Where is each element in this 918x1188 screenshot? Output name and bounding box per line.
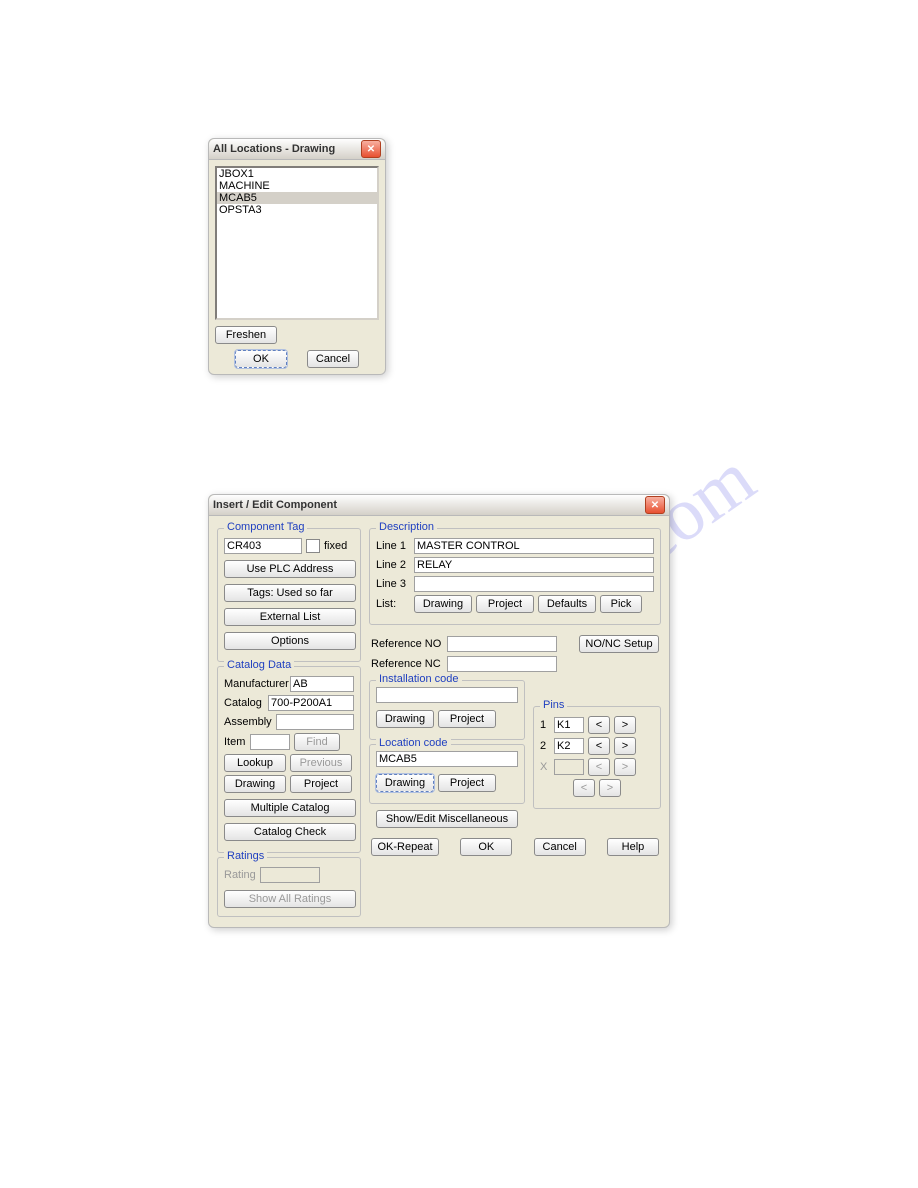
tags-used-button[interactable]: Tags: Used so far: [224, 584, 356, 602]
item-input[interactable]: [250, 734, 290, 750]
location-project-button[interactable]: Project: [438, 774, 496, 792]
group-legend: Description: [376, 521, 437, 533]
options-button[interactable]: Options: [224, 632, 356, 650]
pin-x-right-button: >: [614, 758, 636, 776]
ok-repeat-button[interactable]: OK-Repeat: [371, 838, 439, 856]
line1-label: Line 1: [376, 540, 410, 552]
rating-label: Rating: [224, 869, 256, 881]
list-label: List:: [376, 598, 410, 610]
item-label: Item: [224, 736, 246, 748]
help-button[interactable]: Help: [607, 838, 659, 856]
catalog-input[interactable]: [268, 695, 354, 711]
component-tag-group: Component Tag fixed Use PLC Address Tags…: [217, 528, 361, 662]
location-code-input[interactable]: [376, 751, 518, 767]
pin-x-label: X: [540, 761, 550, 773]
reference-no-input[interactable]: [447, 636, 557, 652]
pin-2-input[interactable]: [554, 738, 584, 754]
close-icon[interactable]: ✕: [645, 496, 665, 514]
previous-button: Previous: [290, 754, 352, 772]
location-drawing-button[interactable]: Drawing: [376, 774, 434, 792]
line3-input[interactable]: [414, 576, 654, 592]
ratings-group: Ratings Rating Show All Ratings: [217, 857, 361, 917]
pin-2-left-button[interactable]: <: [588, 737, 610, 755]
desc-drawing-button[interactable]: Drawing: [414, 595, 472, 613]
reference-no-label: Reference NO: [371, 638, 443, 650]
freshen-button[interactable]: Freshen: [215, 326, 277, 344]
manufacturer-label: Manufacturer: [224, 678, 286, 690]
list-item[interactable]: MACHINE: [217, 180, 377, 192]
ok-button[interactable]: OK: [235, 350, 287, 368]
pin-x-input: [554, 759, 584, 775]
description-group: Description Line 1 Line 2 Line 3 Lis: [369, 528, 661, 625]
assembly-label: Assembly: [224, 716, 272, 728]
dialog-title: Insert / Edit Component: [213, 499, 645, 511]
list-item[interactable]: OPSTA3: [217, 204, 377, 216]
show-edit-misc-button[interactable]: Show/Edit Miscellaneous: [376, 810, 518, 828]
component-tag-input[interactable]: [224, 538, 302, 554]
pin-2-right-button[interactable]: >: [614, 737, 636, 755]
installation-code-group: Installation code Drawing Project: [369, 680, 525, 740]
line2-input[interactable]: [414, 557, 654, 573]
desc-defaults-button[interactable]: Defaults: [538, 595, 596, 613]
install-drawing-button[interactable]: Drawing: [376, 710, 434, 728]
pin-x-left-button: <: [588, 758, 610, 776]
group-legend: Pins: [540, 699, 567, 711]
group-legend: Location code: [376, 737, 451, 749]
group-legend: Installation code: [376, 673, 462, 685]
desc-project-button[interactable]: Project: [476, 595, 534, 613]
catalog-data-group: Catalog Data Manufacturer Catalog Assemb…: [217, 666, 361, 853]
group-legend: Catalog Data: [224, 659, 294, 671]
external-list-button[interactable]: External List: [224, 608, 356, 626]
assembly-input[interactable]: [276, 714, 354, 730]
catalog-drawing-button[interactable]: Drawing: [224, 775, 286, 793]
cancel-button[interactable]: Cancel: [307, 350, 359, 368]
pin-2-num: 2: [540, 740, 550, 752]
close-icon[interactable]: ✕: [361, 140, 381, 158]
all-locations-dialog: All Locations - Drawing ✕ JBOX1 MACHINE …: [208, 138, 386, 375]
pin-1-input[interactable]: [554, 717, 584, 733]
manufacturer-input[interactable]: [290, 676, 354, 692]
multiple-catalog-button[interactable]: Multiple Catalog: [224, 799, 356, 817]
catalog-label: Catalog: [224, 697, 264, 709]
find-button: Find: [294, 733, 340, 751]
lookup-button[interactable]: Lookup: [224, 754, 286, 772]
pins-group: Pins 1 < > 2 < >: [533, 706, 661, 809]
titlebar: All Locations - Drawing ✕: [209, 139, 385, 160]
use-plc-button[interactable]: Use PLC Address: [224, 560, 356, 578]
line3-label: Line 3: [376, 578, 410, 590]
reference-nc-input[interactable]: [447, 656, 557, 672]
desc-pick-button[interactable]: Pick: [600, 595, 642, 613]
titlebar: Insert / Edit Component ✕: [209, 495, 669, 516]
pins-nav-right-button: >: [599, 779, 621, 797]
line1-input[interactable]: [414, 538, 654, 554]
reference-nc-label: Reference NC: [371, 658, 443, 670]
list-item[interactable]: MCAB5: [217, 192, 377, 204]
pin-1-left-button[interactable]: <: [588, 716, 610, 734]
locations-listbox[interactable]: JBOX1 MACHINE MCAB5 OPSTA3: [215, 166, 379, 320]
nonc-setup-button[interactable]: NO/NC Setup: [579, 635, 659, 653]
group-legend: Component Tag: [224, 521, 307, 533]
line2-label: Line 2: [376, 559, 410, 571]
location-code-group: Location code Drawing Project: [369, 744, 525, 804]
show-all-ratings-button: Show All Ratings: [224, 890, 356, 908]
group-legend: Ratings: [224, 850, 267, 862]
cancel-button[interactable]: Cancel: [534, 838, 586, 856]
pin-1-num: 1: [540, 719, 550, 731]
list-item[interactable]: JBOX1: [217, 168, 377, 180]
install-project-button[interactable]: Project: [438, 710, 496, 728]
ok-button[interactable]: OK: [460, 838, 512, 856]
rating-input: [260, 867, 320, 883]
dialog-title: All Locations - Drawing: [213, 143, 361, 155]
pin-1-right-button[interactable]: >: [614, 716, 636, 734]
installation-code-input[interactable]: [376, 687, 518, 703]
catalog-check-button[interactable]: Catalog Check: [224, 823, 356, 841]
pins-nav-left-button: <: [573, 779, 595, 797]
catalog-project-button[interactable]: Project: [290, 775, 352, 793]
insert-edit-component-dialog: Insert / Edit Component ✕ Component Tag …: [208, 494, 670, 928]
fixed-label: fixed: [324, 540, 347, 552]
fixed-checkbox[interactable]: [306, 539, 320, 553]
